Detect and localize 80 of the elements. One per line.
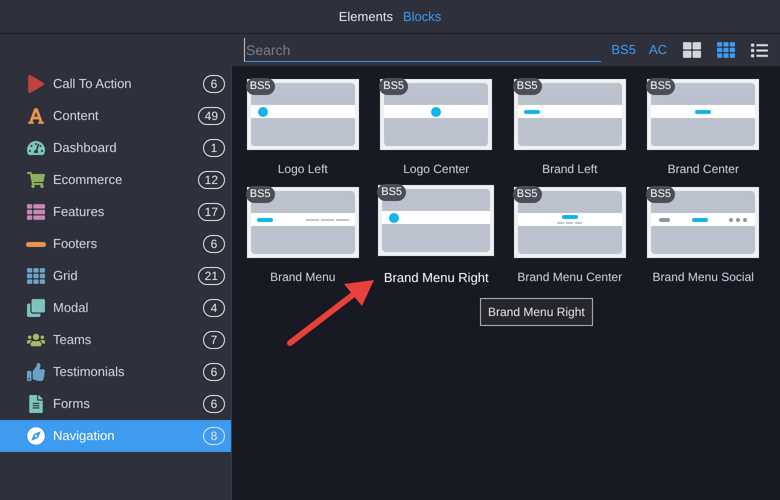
sidebar-label: Grid xyxy=(53,267,79,286)
version-badge: BS5 xyxy=(377,184,406,201)
version-badge: BS5 xyxy=(646,78,676,95)
version-badge: BS5 xyxy=(379,78,408,95)
count-badge: 6 xyxy=(203,235,225,253)
brand-bar-icon xyxy=(692,218,708,222)
sidebar-item[interactable]: Call To Action 6 xyxy=(0,68,231,100)
sidebar-label: Ecommerce xyxy=(53,171,124,190)
brand-bar-icon xyxy=(659,218,670,222)
sidebar-label: Testimonials xyxy=(53,363,126,382)
block-label: Brand Menu Center xyxy=(517,269,622,286)
version-badge: BS5 xyxy=(512,186,542,203)
logo-icon xyxy=(431,106,442,116)
sidebar-label: Teams xyxy=(53,331,92,350)
block-label: Brand Menu xyxy=(270,269,336,286)
sidebar-label: Footers xyxy=(53,235,98,254)
sidebar-label: Modal xyxy=(53,299,90,318)
block-thumbnail[interactable]: BS5 xyxy=(514,79,626,150)
block-label: Brand Center xyxy=(668,161,739,178)
block-thumbnail[interactable]: BS5 xyxy=(246,79,359,150)
tooltip: Brand Menu Right xyxy=(480,298,593,326)
block-label: Logo Center xyxy=(403,161,470,178)
version-badge: BS5 xyxy=(246,78,275,95)
sidebar-item[interactable]: Testimonials 6 xyxy=(0,356,231,388)
sidebar-label: Features xyxy=(53,203,106,222)
block-thumbnail[interactable]: BS5 xyxy=(246,187,359,258)
version-badge: BS5 xyxy=(246,186,275,203)
grid-view-icon[interactable] xyxy=(683,41,701,59)
sidebar-item[interactable]: Modal 4 xyxy=(0,292,231,324)
sidebar-label: Navigation xyxy=(53,427,116,446)
block-label: Brand Left xyxy=(542,161,598,178)
filter-link[interactable]: BS5 xyxy=(611,40,636,60)
count-badge: 4 xyxy=(203,299,225,317)
list-view-icon[interactable] xyxy=(751,42,768,58)
count-badge: 6 xyxy=(203,395,225,413)
block-thumbnail[interactable]: BS5 xyxy=(514,187,626,258)
menu-lines-icon xyxy=(306,218,349,220)
sidebar-item[interactable]: Teams 7 xyxy=(0,324,231,356)
sidebar-label: Forms xyxy=(53,395,91,414)
sidebar-item[interactable]: Ecommerce 12 xyxy=(0,164,231,196)
block-label: Brand Menu Social xyxy=(652,269,754,286)
count-badge: 7 xyxy=(203,331,225,349)
brand-bar-icon xyxy=(695,110,712,114)
sidebar-item[interactable]: Dashboard 1 xyxy=(0,132,231,164)
sidebar-item[interactable]: Grid 21 xyxy=(0,260,231,292)
logo-icon xyxy=(258,106,268,116)
brand-bar-icon xyxy=(524,110,540,114)
sidebar-item[interactable]: Content 49 xyxy=(0,100,231,132)
block-thumbnail[interactable]: BS5 xyxy=(647,79,760,150)
count-badge: 12 xyxy=(198,171,225,189)
count-badge: 1 xyxy=(203,139,225,157)
version-badge: BS5 xyxy=(646,186,676,203)
block-label: Brand Menu Right xyxy=(384,269,489,287)
count-badge: 49 xyxy=(198,107,225,125)
count-badge: 6 xyxy=(203,75,225,93)
logo-icon xyxy=(389,212,400,222)
sidebar-item[interactable]: Forms 6 xyxy=(0,388,231,420)
count-badge: 17 xyxy=(198,203,225,221)
sidebar-item[interactable]: Footers 6 xyxy=(0,228,231,260)
version-badge: BS5 xyxy=(512,78,542,95)
tab[interactable]: Elements xyxy=(338,6,393,26)
filter-link[interactable]: AC xyxy=(648,40,667,60)
block-thumbnail[interactable]: BS5 xyxy=(378,185,494,256)
sidebar-item[interactable]: Features 17 xyxy=(0,196,231,228)
count-badge: 6 xyxy=(203,363,225,381)
block-thumbnail[interactable]: BS5 xyxy=(380,79,492,150)
count-badge: 8 xyxy=(203,427,225,445)
sidebar-label: Content xyxy=(53,107,100,126)
block-label: Logo Left xyxy=(278,161,328,178)
brand-bar-icon xyxy=(256,218,273,222)
search-field[interactable]: Search xyxy=(244,38,602,62)
menu-lines-icon xyxy=(557,222,582,224)
sidebar-label: Call To Action xyxy=(53,75,133,94)
grid-view-icon[interactable] xyxy=(717,41,735,59)
count-badge: 21 xyxy=(198,267,225,285)
brand-bar-icon xyxy=(562,215,578,219)
tab[interactable]: Blocks xyxy=(402,6,442,26)
sidebar-label: Dashboard xyxy=(53,139,118,158)
dots-icon xyxy=(729,218,748,222)
block-thumbnail[interactable]: BS5 xyxy=(647,187,760,258)
